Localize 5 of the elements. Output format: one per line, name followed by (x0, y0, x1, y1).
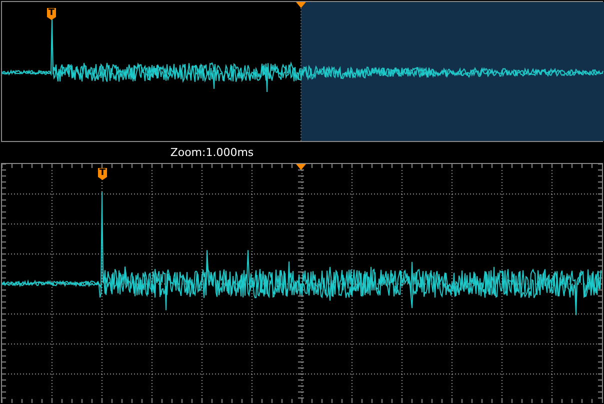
trigger-marker: T (98, 168, 107, 180)
trigger-marker: T (47, 8, 56, 20)
position-marker-icon (296, 2, 306, 8)
zoom-label: Zoom:1.000ms (170, 146, 254, 159)
position-marker-icon (296, 164, 306, 170)
